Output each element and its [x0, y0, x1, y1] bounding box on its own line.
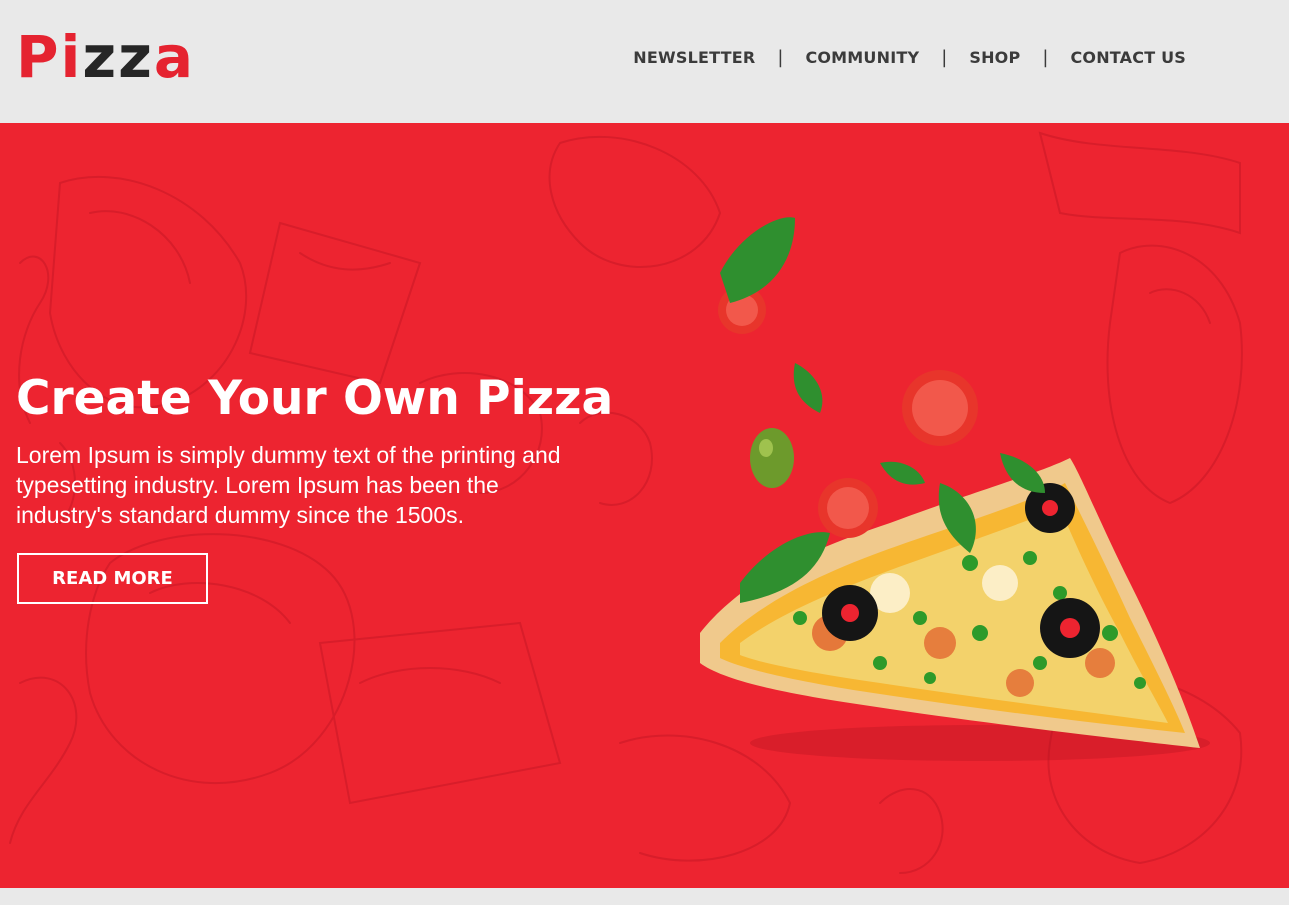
hero-banner: Create Your Own Pizza Lorem Ipsum is sim… [0, 123, 1289, 888]
nav-separator: | [1042, 46, 1049, 68]
main-nav: NEWSLETTER | COMMUNITY | SHOP | CONTACT … [633, 46, 1186, 68]
nav-separator: | [777, 46, 784, 68]
page-footer-strip [0, 888, 1289, 905]
logo[interactable]: Pizza [16, 22, 195, 92]
read-more-button[interactable]: READ MORE [17, 553, 208, 604]
nav-newsletter[interactable]: NEWSLETTER [633, 48, 755, 67]
nav-community[interactable]: COMMUNITY [805, 48, 919, 67]
logo-part-3: a [153, 23, 196, 91]
hero-title: Create Your Own Pizza [16, 371, 614, 426]
logo-part-2: zz [82, 23, 154, 91]
nav-shop[interactable]: SHOP [969, 48, 1020, 67]
nav-separator: | [941, 46, 948, 68]
logo-part-1: Pi [16, 23, 83, 91]
pizza-slice-icon [700, 217, 1210, 761]
site-header: Pizza NEWSLETTER | COMMUNITY | SHOP | CO… [0, 0, 1289, 123]
hero-description: Lorem Ipsum is simply dummy text of the … [16, 442, 561, 528]
nav-contact-us[interactable]: CONTACT US [1070, 48, 1186, 67]
